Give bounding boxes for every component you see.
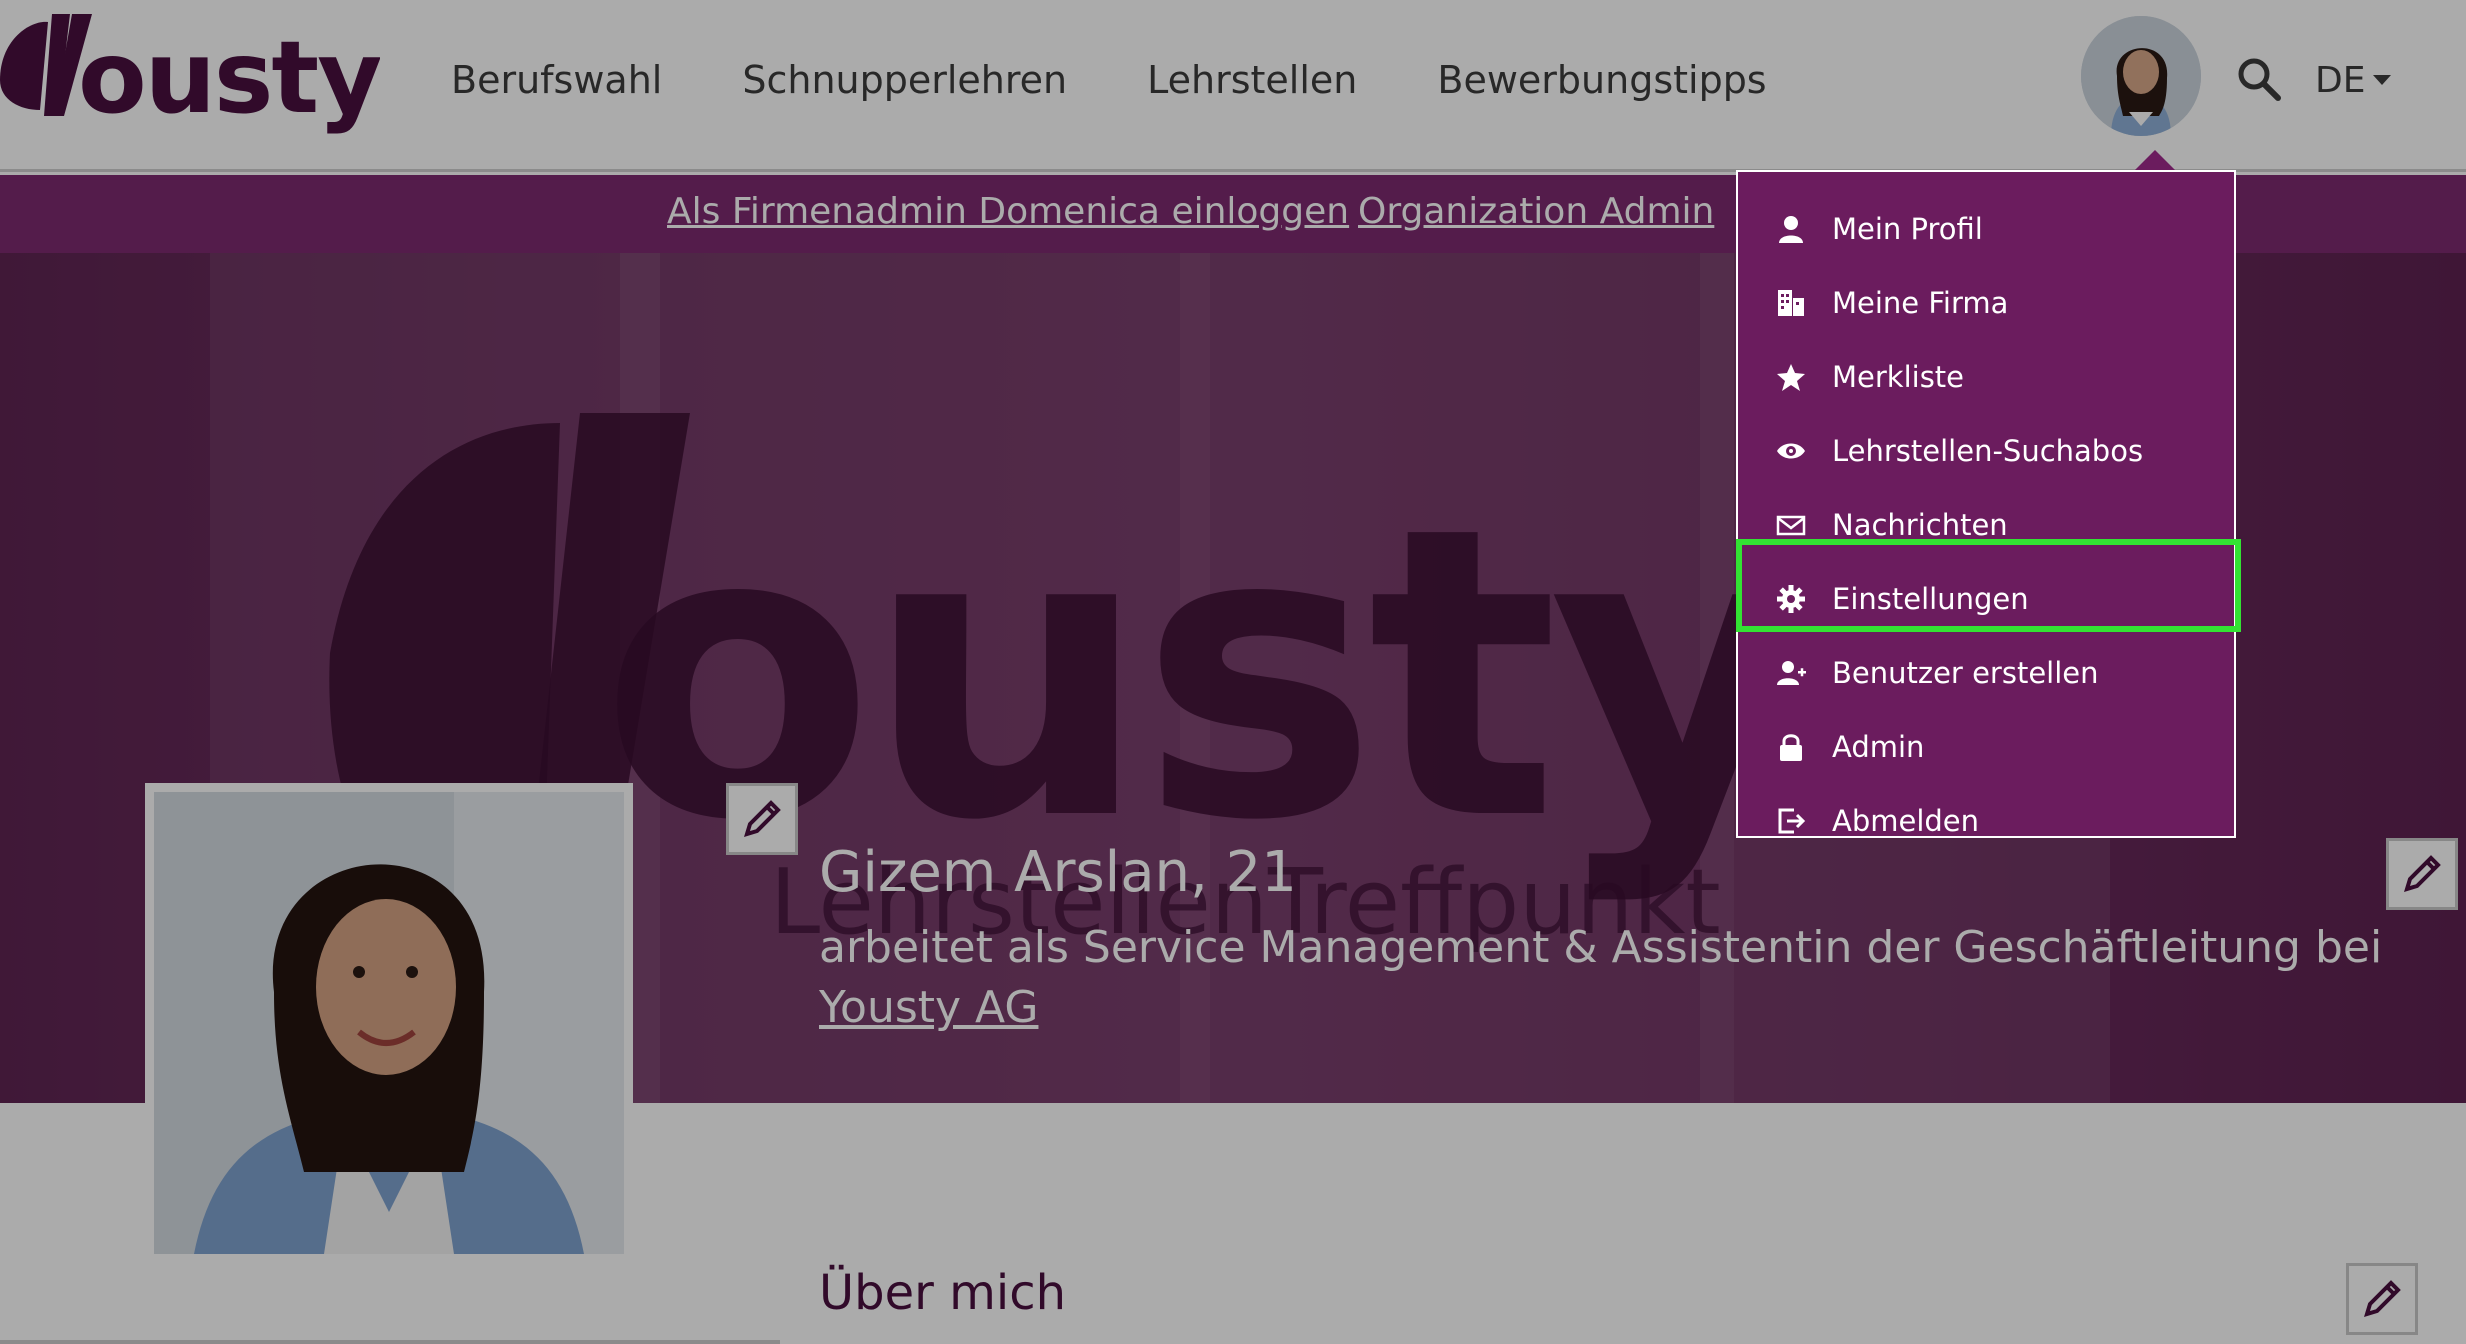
divider — [0, 1340, 780, 1344]
user-icon — [1774, 212, 1808, 246]
search-icon — [2238, 58, 2281, 101]
caret-down-icon — [2373, 75, 2392, 85]
menu-label: Mein Profil — [1832, 212, 1983, 246]
dropdown-arrow — [2135, 150, 2175, 170]
profile-name: Gizem Arslan, 21 — [819, 840, 1297, 905]
yousty-logo[interactable]: ousty — [0, 0, 380, 140]
menu-item-abmelden[interactable]: Abmelden — [1738, 784, 2234, 858]
main-nav: Berufswahl Schnupperlehren Lehrstellen B… — [451, 40, 1767, 120]
user-plus-icon — [1774, 656, 1808, 690]
edit-header-button[interactable] — [2386, 838, 2458, 910]
nav-berufswahl[interactable]: Berufswahl — [451, 58, 662, 102]
menu-item-meine-firma[interactable]: Meine Firma — [1738, 266, 2234, 340]
profile-photo — [145, 783, 633, 1263]
pencil-icon — [744, 800, 781, 837]
logo-mark: ousty — [0, 14, 380, 136]
profile-job-description: arbeitet als Service Management & Assist… — [819, 918, 2429, 1038]
organization-admin-link[interactable]: Organization Admin — [1358, 191, 1714, 232]
pencil-icon — [2364, 1280, 2401, 1317]
company-link[interactable]: Yousty AG — [819, 982, 1038, 1033]
avatar-image — [2081, 16, 2201, 136]
menu-label: Benutzer erstellen — [1832, 656, 2099, 690]
nav-schnupperlehren[interactable]: Schnupperlehren — [742, 58, 1067, 102]
menu-item-nachrichten[interactable]: Nachrichten — [1738, 488, 2234, 562]
eye-icon — [1774, 434, 1808, 468]
envelope-icon — [1774, 508, 1808, 542]
edit-about-button[interactable] — [2346, 1263, 2418, 1335]
nav-lehrstellen[interactable]: Lehrstellen — [1147, 58, 1357, 102]
about-me-heading: Über mich — [819, 1265, 1067, 1321]
language-selector[interactable]: DE — [2315, 52, 2392, 108]
menu-label: Lehrstellen-Suchabos — [1832, 434, 2144, 468]
menu-label: Nachrichten — [1832, 508, 2008, 542]
user-dropdown-menu: Mein Profil Meine Firma Merkliste Lehrst… — [1736, 170, 2236, 838]
menu-item-einstellungen[interactable]: Einstellungen — [1738, 562, 2234, 636]
login-as-company-admin-link[interactable]: Als Firmenadmin Domenica einloggen — [667, 191, 1349, 232]
menu-item-admin[interactable]: Admin — [1738, 710, 2234, 784]
job-text: arbeitet als Service Management & Assist… — [819, 922, 2383, 973]
menu-label: Meine Firma — [1832, 286, 2009, 320]
logo-text: ousty — [78, 19, 380, 136]
nav-bewerbungstipps[interactable]: Bewerbungstipps — [1437, 58, 1766, 102]
star-icon — [1774, 360, 1808, 394]
menu-item-benutzer-erstellen[interactable]: Benutzer erstellen — [1738, 636, 2234, 710]
menu-label: Einstellungen — [1832, 582, 2029, 616]
menu-item-mein-profil[interactable]: Mein Profil — [1738, 192, 2234, 266]
edit-photo-button[interactable] — [726, 783, 798, 855]
gear-icon — [1774, 582, 1808, 616]
menu-item-merkliste[interactable]: Merkliste — [1738, 340, 2234, 414]
pencil-icon — [2404, 855, 2441, 892]
profile-photo-image — [154, 792, 624, 1254]
language-label: DE — [2315, 59, 2366, 101]
menu-label: Admin — [1832, 730, 1925, 764]
search-button[interactable] — [2235, 55, 2283, 103]
menu-item-lehrstellen-suchabos[interactable]: Lehrstellen-Suchabos — [1738, 414, 2234, 488]
lock-icon — [1774, 730, 1808, 764]
menu-label: Merkliste — [1832, 360, 1965, 394]
logout-icon — [1774, 804, 1808, 838]
user-avatar-button[interactable] — [2081, 16, 2201, 136]
menu-label: Abmelden — [1832, 804, 1980, 838]
building-icon — [1774, 286, 1808, 320]
site-header: ousty Berufswahl Schnupperlehren Lehrste… — [0, 0, 2466, 172]
